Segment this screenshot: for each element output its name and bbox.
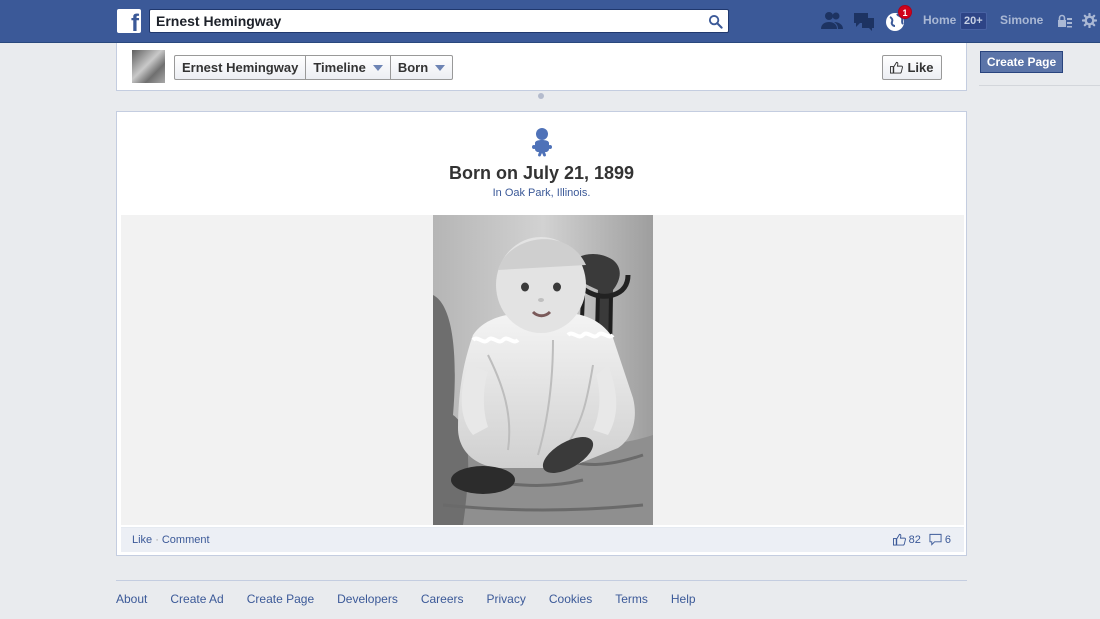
footer-link-about[interactable]: About bbox=[116, 592, 147, 606]
life-event-card: Born on July 21, 1899 In Oak Park, Illin… bbox=[116, 111, 967, 556]
timeline-dot bbox=[538, 93, 544, 99]
facebook-logo[interactable]: f bbox=[117, 9, 141, 36]
event-place: In Oak Park, Illinois. bbox=[117, 187, 966, 199]
breadcrumb-profile[interactable]: Ernest Hemingway bbox=[175, 56, 307, 79]
breadcrumb-born[interactable]: Born bbox=[391, 56, 452, 79]
privacy-lock-icon[interactable] bbox=[1057, 13, 1073, 29]
gear-icon[interactable] bbox=[1082, 13, 1097, 28]
like-link[interactable]: Like bbox=[132, 534, 152, 546]
home-link[interactable]: Home bbox=[923, 13, 956, 27]
page-footer: About Create Ad Create Page Developers C… bbox=[116, 592, 696, 606]
event-place-link[interactable]: Oak Park, Illinois. bbox=[505, 187, 591, 199]
footer-link-help[interactable]: Help bbox=[671, 592, 696, 606]
footer-link-developers[interactable]: Developers bbox=[337, 592, 398, 606]
footer-link-cookies[interactable]: Cookies bbox=[549, 592, 592, 606]
separator-dot: · bbox=[155, 534, 159, 546]
event-actions: Like · Comment bbox=[132, 534, 210, 546]
search-box[interactable] bbox=[149, 9, 729, 33]
messages-icon[interactable] bbox=[852, 10, 876, 32]
likes-count[interactable]: 82 bbox=[892, 533, 921, 546]
footer-divider bbox=[116, 580, 967, 581]
friend-requests-icon[interactable] bbox=[820, 10, 844, 32]
breadcrumb-timeline[interactable]: Timeline bbox=[306, 56, 391, 79]
baby-photo[interactable] bbox=[433, 215, 653, 525]
chevron-down-icon bbox=[435, 64, 446, 71]
thumbs-up-icon bbox=[892, 533, 906, 546]
event-title: Born on July 21, 1899 bbox=[448, 163, 635, 183]
comment-bubble-icon bbox=[929, 533, 942, 546]
footer-link-careers[interactable]: Careers bbox=[421, 592, 464, 606]
event-place-prefix: In bbox=[492, 187, 505, 199]
comment-link[interactable]: Comment bbox=[162, 534, 210, 546]
footer-link-create-page[interactable]: Create Page bbox=[247, 592, 314, 606]
top-bar: f 1 Home 20+ Simone bbox=[0, 0, 1100, 43]
comments-count[interactable]: 6 bbox=[929, 533, 951, 546]
comments-count-value: 6 bbox=[944, 533, 951, 546]
right-column: Create Page bbox=[979, 43, 1100, 619]
thumbs-up-icon bbox=[890, 61, 904, 74]
footer-link-terms[interactable]: Terms bbox=[615, 592, 648, 606]
footer-link-privacy[interactable]: Privacy bbox=[487, 592, 526, 606]
search-input[interactable] bbox=[150, 10, 690, 32]
event-counts: 82 6 bbox=[892, 533, 951, 546]
divider bbox=[979, 85, 1100, 86]
notifications-badge: 1 bbox=[898, 5, 912, 19]
home-count-badge: 20+ bbox=[960, 12, 987, 30]
profile-picture[interactable] bbox=[132, 50, 165, 83]
user-profile-link[interactable]: Simone bbox=[1000, 13, 1043, 27]
like-page-button[interactable]: Like bbox=[882, 55, 942, 80]
create-page-button[interactable]: Create Page bbox=[980, 51, 1063, 73]
search-icon[interactable] bbox=[708, 14, 723, 29]
baby-icon bbox=[532, 128, 552, 157]
event-actions-bar: Like · Comment 82 6 bbox=[121, 527, 964, 552]
footer-link-create-ad[interactable]: Create Ad bbox=[170, 592, 223, 606]
chevron-down-icon bbox=[372, 64, 383, 71]
photo-container bbox=[121, 215, 964, 525]
likes-count-value: 82 bbox=[908, 533, 921, 546]
breadcrumb: Ernest Hemingway Timeline Born bbox=[174, 55, 454, 80]
timeline-header: Ernest Hemingway Timeline Born Like bbox=[116, 43, 967, 91]
